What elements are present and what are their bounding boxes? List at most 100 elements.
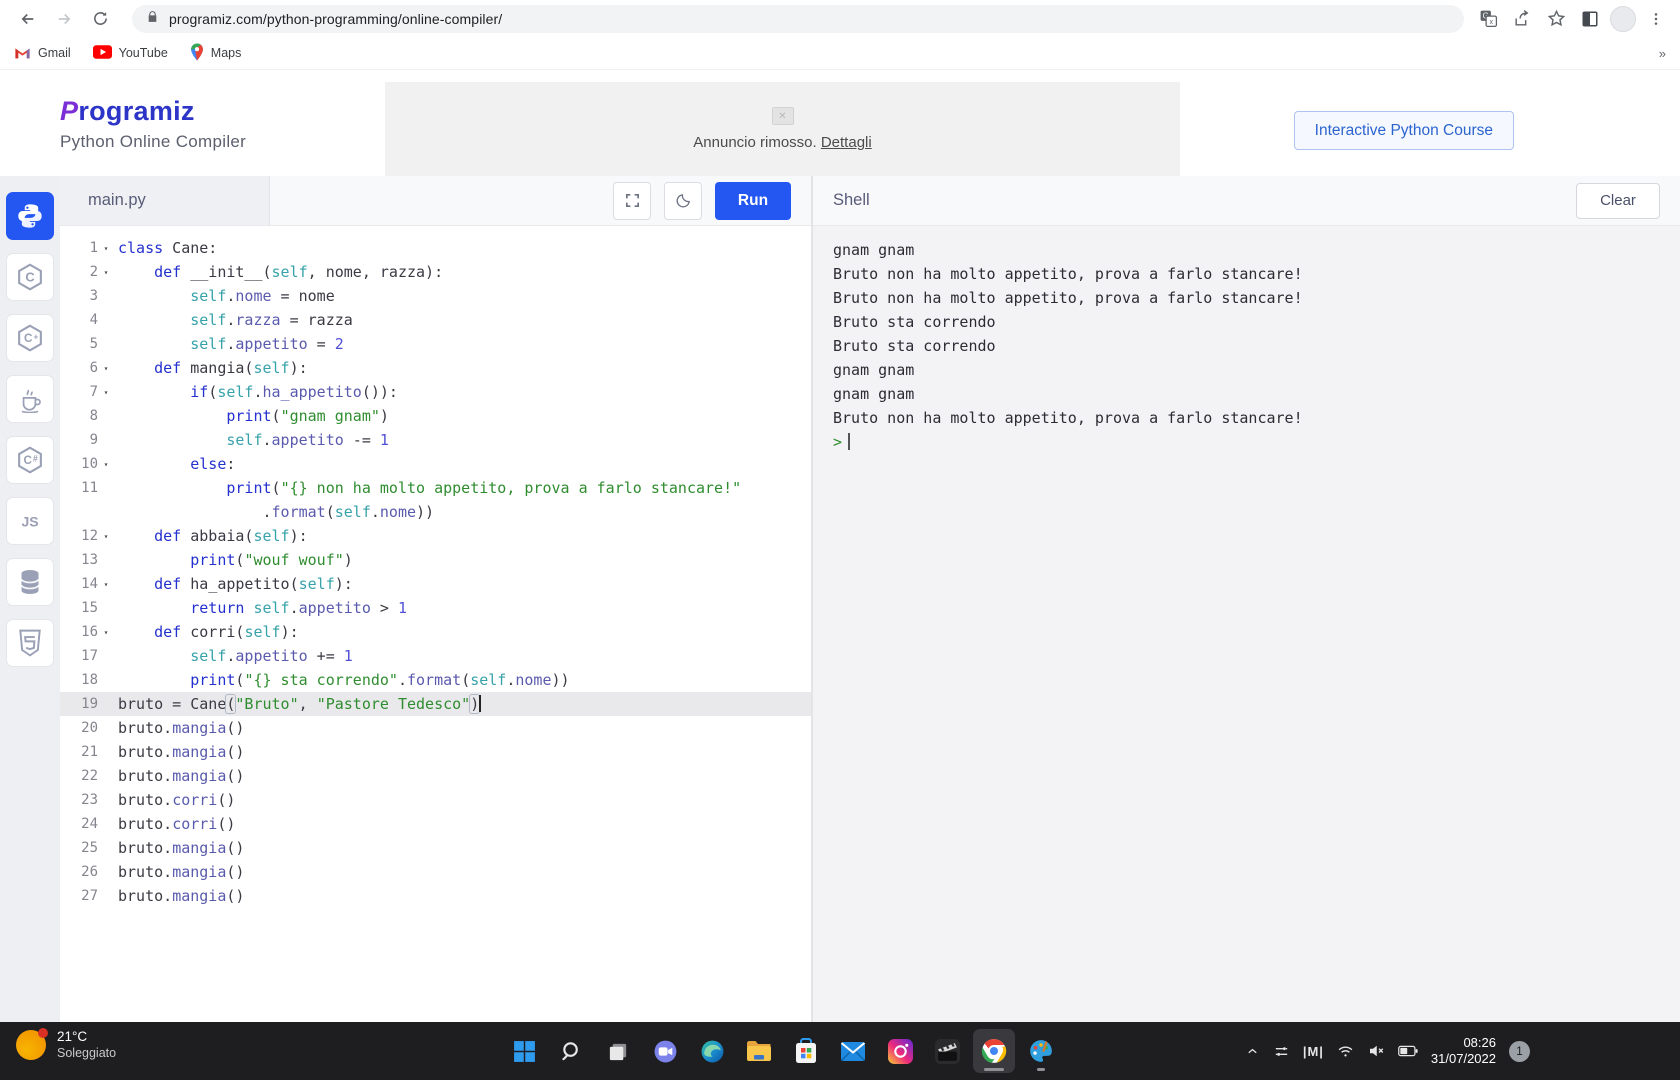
fold-arrow-icon[interactable]: ▾	[98, 571, 114, 597]
code-line[interactable]: 1▾class Cane:	[60, 236, 811, 260]
code-line[interactable]: 15 return self.appetito > 1	[60, 596, 811, 620]
tray-m-app-icon[interactable]: |M|	[1303, 1044, 1324, 1059]
bookmark-label: Maps	[211, 46, 242, 60]
fold-arrow-icon[interactable]: ▾	[98, 523, 114, 549]
sidebar-item-javascript[interactable]: JS	[6, 497, 54, 545]
taskbar-edge-icon[interactable]	[691, 1029, 733, 1073]
code-line[interactable]: 6▾ def mangia(self):	[60, 356, 811, 380]
fold-arrow-icon[interactable]: ▾	[98, 235, 114, 261]
taskbar-mail-icon[interactable]	[832, 1029, 874, 1073]
sidebar-item-python[interactable]	[6, 192, 54, 240]
taskbar-clock[interactable]: 08:26 31/07/2022	[1431, 1035, 1496, 1067]
taskbar-start-icon[interactable]	[503, 1029, 545, 1073]
code-line[interactable]: 13 print("wouf wouf")	[60, 548, 811, 572]
code-line[interactable]: 16▾ def corri(self):	[60, 620, 811, 644]
code-line[interactable]: 24bruto.corri()	[60, 812, 811, 836]
battery-icon[interactable]	[1398, 1044, 1418, 1058]
tab-main-py[interactable]: main.py	[60, 176, 270, 225]
taskbar-task-view-icon[interactable]	[597, 1029, 639, 1073]
code-line[interactable]: .format(self.nome))	[60, 500, 811, 524]
fold-spacer	[98, 679, 114, 681]
hidden-icons-chevron-icon[interactable]	[1245, 1044, 1260, 1059]
prompt-chevron: >	[833, 433, 842, 451]
code-line[interactable]: 26bruto.mangia()	[60, 860, 811, 884]
sidebar-item-sql[interactable]	[6, 558, 54, 606]
code-line[interactable]: 18 print("{} sta correndo".format(self.n…	[60, 668, 811, 692]
taskbar-search-icon[interactable]	[550, 1029, 592, 1073]
taskbar-clipchamp-icon[interactable]	[926, 1029, 968, 1073]
line-number: 2	[60, 260, 98, 284]
interactive-course-button[interactable]: Interactive Python Course	[1294, 111, 1514, 150]
code-line[interactable]: 20bruto.mangia()	[60, 716, 811, 740]
back-icon[interactable]	[14, 5, 42, 33]
ad-details-link[interactable]: Dettagli	[821, 134, 872, 151]
tray-filters-icon[interactable]	[1273, 1043, 1290, 1060]
code-line[interactable]: 3 self.nome = nome	[60, 284, 811, 308]
reload-icon[interactable]	[86, 5, 114, 33]
taskbar-store-icon[interactable]	[785, 1029, 827, 1073]
address-bar[interactable]: programiz.com/python-programming/online-…	[132, 5, 1464, 33]
taskbar-chrome-icon[interactable]	[973, 1029, 1015, 1073]
code-line[interactable]: 4 self.razza = razza	[60, 308, 811, 332]
code-text: print("{} non ha molto appetito, prova a…	[114, 476, 741, 500]
code-line[interactable]: 23bruto.corri()	[60, 788, 811, 812]
bookmark-star-icon[interactable]	[1542, 5, 1570, 33]
fullscreen-button[interactable]	[613, 182, 651, 220]
notification-badge[interactable]: 1	[1509, 1041, 1530, 1062]
sidebar-item-cpp[interactable]: C+	[6, 314, 54, 362]
bookmark-maps[interactable]: Maps	[190, 43, 242, 64]
cpp-icon: C+	[16, 324, 44, 352]
code-line[interactable]: 12▾ def abbaia(self):	[60, 524, 811, 548]
ad-placeholder: ✕ Annuncio rimosso. Dettagli	[385, 82, 1180, 176]
code-line[interactable]: 21bruto.mangia()	[60, 740, 811, 764]
translate-icon[interactable]: Gx	[1474, 5, 1502, 33]
code-line[interactable]: 7▾ if(self.ha_appetito()):	[60, 380, 811, 404]
taskbar-chat-icon[interactable]	[644, 1029, 686, 1073]
code-line[interactable]: 25bruto.mangia()	[60, 836, 811, 860]
code-line[interactable]: 14▾ def ha_appetito(self):	[60, 572, 811, 596]
sidebar-item-csharp[interactable]: C#	[6, 436, 54, 484]
side-panel-icon[interactable]	[1576, 5, 1604, 33]
fold-arrow-icon[interactable]: ▾	[98, 619, 114, 645]
wifi-icon[interactable]	[1337, 1043, 1354, 1060]
code-line[interactable]: 27bruto.mangia()	[60, 884, 811, 908]
fold-arrow-icon[interactable]: ▾	[98, 451, 114, 477]
bookmark-gmail[interactable]: Gmail	[14, 45, 71, 62]
weather-widget[interactable]: 21°C Soleggiato	[16, 1029, 116, 1060]
profile-avatar[interactable]	[1610, 6, 1636, 32]
code-line[interactable]: 10▾ else:	[60, 452, 811, 476]
fold-arrow-icon[interactable]: ▾	[98, 379, 114, 405]
sidebar-item-c[interactable]: C	[6, 253, 54, 301]
fold-arrow-icon[interactable]: ▾	[98, 259, 114, 285]
code-line[interactable]: 2▾ def __init__(self, nome, razza):	[60, 260, 811, 284]
code-line-active[interactable]: 19bruto = Cane("Bruto", "Pastore Tedesco…	[60, 692, 811, 716]
fold-arrow-icon[interactable]: ▾	[98, 355, 114, 381]
sidebar-item-java[interactable]	[6, 375, 54, 423]
volume-muted-icon[interactable]	[1367, 1042, 1385, 1060]
bookmark-youtube[interactable]: YouTube	[93, 45, 168, 62]
dark-mode-moon-button[interactable]	[664, 182, 702, 220]
sidebar-item-html[interactable]	[6, 619, 54, 667]
programiz-logo[interactable]: Programiz	[60, 96, 246, 127]
run-button[interactable]: Run	[715, 182, 791, 220]
menu-dots-icon[interactable]	[1642, 5, 1670, 33]
code-text: return self.appetito > 1	[114, 596, 407, 620]
taskbar-file-explorer-icon[interactable]	[738, 1029, 780, 1073]
taskbar-paint-icon[interactable]	[1020, 1029, 1062, 1073]
shell-output[interactable]: gnam gnamBruto non ha molto appetito, pr…	[813, 226, 1680, 1022]
code-editor[interactable]: 1▾class Cane:2▾ def __init__(self, nome,…	[60, 226, 811, 1022]
code-line[interactable]: 11 print("{} non ha molto appetito, prov…	[60, 476, 811, 500]
forward-icon[interactable]	[50, 5, 78, 33]
bookmarks-overflow-icon[interactable]: »	[1659, 46, 1666, 61]
clear-button[interactable]: Clear	[1576, 183, 1660, 219]
code-line[interactable]: 22bruto.mangia()	[60, 764, 811, 788]
code-line[interactable]: 5 self.appetito = 2	[60, 332, 811, 356]
code-line[interactable]: 9 self.appetito -= 1	[60, 428, 811, 452]
taskbar-instagram-icon[interactable]	[879, 1029, 921, 1073]
shell-prompt[interactable]: >	[833, 430, 1660, 454]
line-number: 9	[60, 428, 98, 452]
code-line[interactable]: 8 print("gnam gnam")	[60, 404, 811, 428]
code-line[interactable]: 17 self.appetito += 1	[60, 644, 811, 668]
code-text: bruto.mangia()	[114, 764, 244, 788]
share-icon[interactable]	[1508, 5, 1536, 33]
